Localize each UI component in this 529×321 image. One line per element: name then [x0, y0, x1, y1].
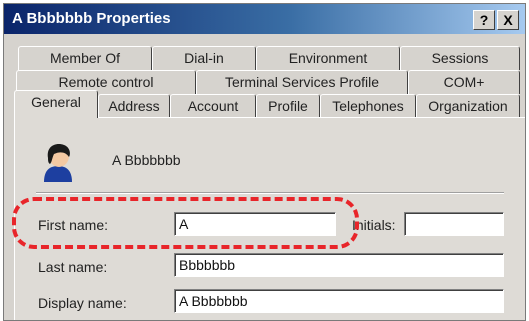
display-name-label: Display name: — [38, 295, 127, 311]
tab-environment[interactable]: Environment — [256, 46, 400, 70]
tab-dial-in[interactable]: Dial-in — [152, 46, 256, 70]
first-name-label: First name: — [38, 217, 109, 233]
last-name-label: Last name: — [38, 259, 108, 275]
help-button[interactable]: ? — [473, 10, 495, 30]
initials-label: Initials: — [352, 217, 396, 233]
window-title: A Bbbbbbb Properties — [12, 10, 171, 27]
display-name-field[interactable]: A Bbbbbbb — [174, 289, 504, 313]
initials-field[interactable] — [404, 212, 504, 236]
tab-address[interactable]: Address — [98, 94, 170, 118]
first-name-field[interactable]: A — [174, 212, 336, 236]
properties-dialog: A Bbbbbbb Properties ? X Member Of Dial-… — [3, 3, 526, 321]
tab-terminal-services-profile[interactable]: Terminal Services Profile — [196, 70, 408, 94]
tab-com-plus[interactable]: COM+ — [408, 70, 520, 94]
tab-profile[interactable]: Profile — [256, 94, 320, 118]
tab-member-of[interactable]: Member Of — [18, 46, 152, 70]
close-button[interactable]: X — [497, 10, 519, 30]
tab-account[interactable]: Account — [170, 94, 256, 118]
user-icon — [44, 144, 72, 182]
last-name-field[interactable]: Bbbbbbb — [174, 253, 504, 277]
tab-general[interactable]: General — [14, 90, 98, 118]
tab-sessions[interactable]: Sessions — [400, 46, 520, 70]
separator — [36, 192, 504, 194]
user-display-name: A Bbbbbbb — [112, 152, 181, 168]
tab-organization[interactable]: Organization — [416, 94, 520, 118]
title-bar: A Bbbbbbb Properties — [4, 4, 525, 34]
tab-telephones[interactable]: Telephones — [320, 94, 416, 118]
